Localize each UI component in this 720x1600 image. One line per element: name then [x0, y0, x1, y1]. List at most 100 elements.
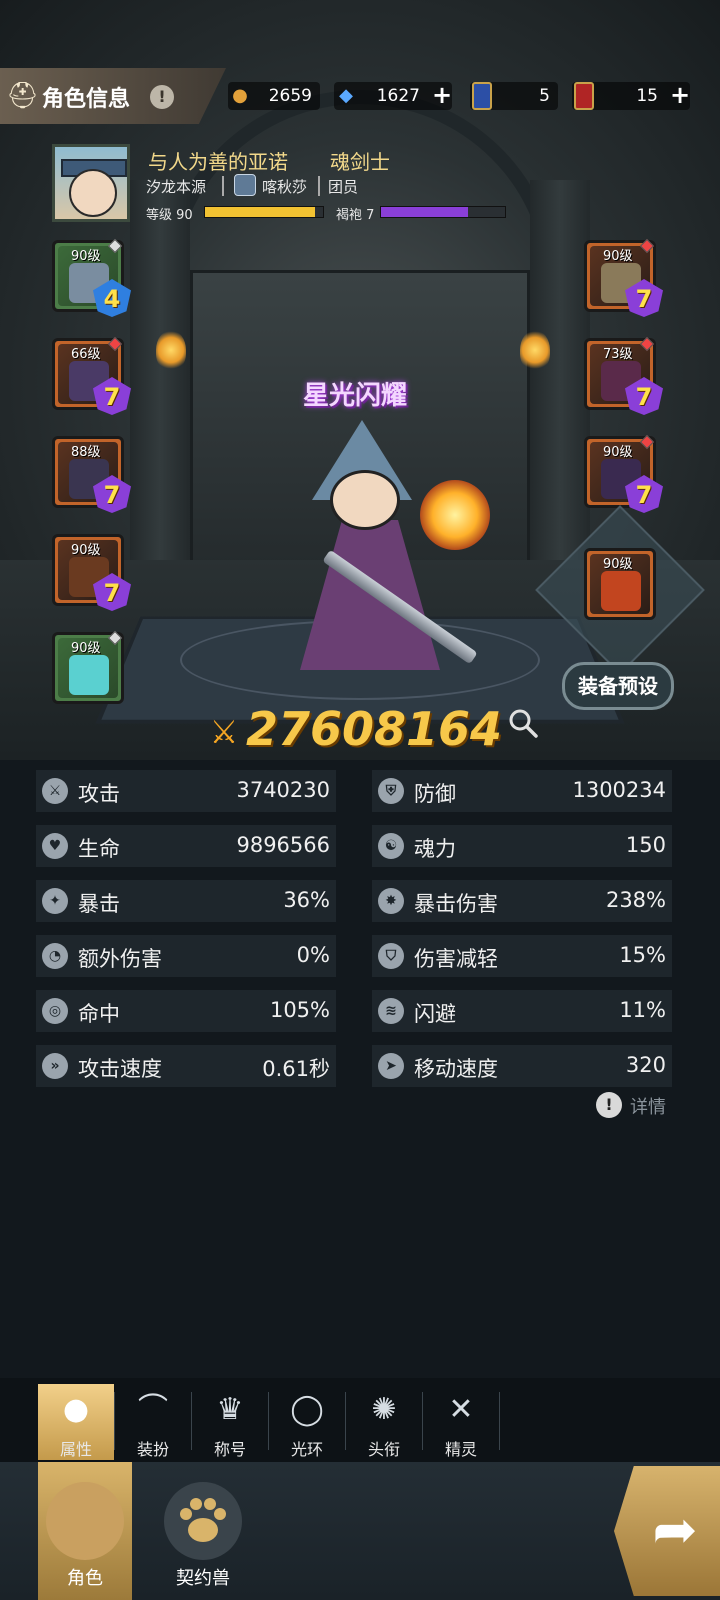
stat-attack: ⚔ 攻击 3740230 [36, 770, 336, 812]
stat-name: 闪避 [414, 1002, 456, 1026]
tab-emblem[interactable]: ✺ 头衔 [346, 1384, 422, 1460]
stat-name: 伤害减轻 [414, 947, 498, 971]
currency-crystal-value: 1627 [376, 86, 420, 106]
crit-icon: ✦ [42, 888, 68, 914]
nav-character[interactable]: 角色 [38, 1462, 132, 1600]
nav-pet[interactable]: 契约兽 [156, 1462, 250, 1600]
search-icon[interactable] [508, 708, 538, 738]
server-name: 汐龙本源 [146, 178, 207, 196]
tab-label: 头衔 [367, 1440, 400, 1459]
pillar-left [130, 180, 190, 610]
divider [318, 176, 320, 196]
exclamation-icon: ! [596, 1092, 622, 1118]
equip-level: 90级 [603, 445, 633, 460]
torch-right-icon [520, 330, 550, 370]
stat-value: 11% [619, 998, 666, 1022]
guild-name[interactable]: 喀秋莎 [262, 176, 307, 197]
stat-value: 1300234 [572, 778, 666, 802]
torch-left-icon [156, 330, 186, 370]
nav-label: 角色 [67, 1568, 103, 1589]
stat-name: 额外伤害 [78, 947, 162, 971]
divider [222, 176, 224, 196]
stat-value: 0% [296, 943, 330, 967]
tab-halo[interactable]: ◯ 光环 [269, 1384, 345, 1460]
sword-icon: ⚔ [42, 778, 68, 804]
equip-slot-necklace[interactable]: 73级 7 [584, 336, 663, 415]
currency-ticket-blue: 5 [470, 82, 558, 110]
burst-icon: ✸ [378, 888, 404, 914]
crown-icon: ♛ [216, 1392, 244, 1427]
stat-value: 105% [269, 998, 330, 1022]
red-card-icon [568, 79, 600, 113]
equip-level: 90级 [603, 557, 633, 572]
stat-name: 防御 [414, 782, 456, 806]
tab-label: 称号 [213, 1440, 246, 1459]
guild-rank: 团员 [328, 178, 359, 196]
tab-label: 属性 [59, 1440, 92, 1459]
relic-item-icon [601, 571, 641, 611]
equip-slot-boots[interactable]: 90级 7 [52, 534, 131, 611]
stat-damage-reduce: ⛉ 伤害减轻 15% [372, 935, 672, 977]
arrow-right-icon: ➦ [652, 1498, 698, 1561]
exclamation-icon[interactable]: ! [150, 85, 174, 109]
avatar-face [69, 169, 117, 217]
equip-slot-special[interactable]: 90级 [584, 548, 656, 620]
equip-level: 66级 [71, 347, 101, 362]
add-ticket-red-button[interactable]: + [668, 83, 692, 108]
player-class: 魂剑士 [330, 150, 390, 174]
nav-label: 契约兽 [176, 1568, 230, 1589]
currency-crystal: ◆ 1627 + [334, 82, 452, 110]
level-bar-fill [205, 207, 315, 217]
fireball-icon [420, 480, 490, 550]
tab-title[interactable]: ♛ 称号 [192, 1384, 268, 1460]
stat-crit-damage: ✸ 暴击伤害 238% [372, 880, 672, 922]
blue-card-icon [466, 79, 498, 113]
equip-slot-armor[interactable]: 66级 7 [52, 336, 131, 415]
halo-icon: ◯ [290, 1392, 324, 1427]
person-icon: ● [62, 1392, 90, 1427]
attack-speed-icon: » [42, 1053, 68, 1079]
details-label: 详情 [630, 1097, 666, 1118]
stat-name: 命中 [78, 1002, 120, 1026]
helmet-icon [46, 1482, 124, 1560]
divider [499, 1392, 500, 1450]
combat-power: 27608164 [246, 702, 503, 756]
emblem-icon: ✺ [371, 1392, 397, 1427]
equip-level: 88级 [71, 445, 101, 460]
equip-slot-weapon[interactable]: 90级 7 [584, 238, 663, 317]
top-bar: ⛑ 角色信息 ! ● 2659 ◆ 1627 + 5 15 + [0, 68, 720, 124]
add-crystal-button[interactable]: + [430, 83, 454, 108]
stat-crit: ✦ 暴击 36% [36, 880, 336, 922]
stat-name: 魂力 [414, 837, 456, 861]
stat-attack-speed: » 攻击速度 0.61秒 [36, 1045, 336, 1087]
stat-hp: ♥ 生命 9896566 [36, 825, 336, 867]
currency-ticket-red: 15 + [572, 82, 690, 110]
equip-slot-pants[interactable]: 88级 7 [52, 436, 131, 513]
damage-reduce-icon: ⛉ [378, 943, 404, 969]
stat-defense: ⛨ 防御 1300234 [372, 770, 672, 812]
stat-value: 15% [619, 943, 666, 967]
tab-spirit[interactable]: ✕ 精灵 [423, 1384, 499, 1460]
sub-tab-bar: ● 属性 ⌒ 装扮 ♛ 称号 ◯ 光环 ✺ 头衔 ✕ 精灵 [0, 1378, 720, 1462]
stat-value: 9896566 [236, 833, 330, 857]
heart-icon: ♥ [42, 833, 68, 859]
stat-name: 暴击伤害 [414, 892, 498, 916]
avatar[interactable] [52, 144, 130, 222]
equip-level: 90级 [603, 249, 633, 264]
stat-value: 238% [605, 888, 666, 912]
tab-outfit[interactable]: ⌒ 装扮 [115, 1384, 191, 1460]
level-bar [204, 206, 324, 218]
extra-damage-icon: ◔ [42, 943, 68, 969]
equipment-preset-button[interactable]: 装备预设 [562, 662, 674, 710]
equip-slot-gloves[interactable]: 90级 [52, 630, 124, 704]
equip-slot-ring[interactable]: 90级 7 [584, 434, 663, 513]
level-label: 等级 90 [146, 208, 193, 223]
currency-coin: ● 2659 [228, 82, 320, 110]
stat-move-speed: ➤ 移动速度 320 [372, 1045, 672, 1087]
equip-slot-helmet[interactable]: 90级 4 [52, 238, 131, 317]
tab-attributes[interactable]: ● 属性 [38, 1384, 114, 1460]
tab-label: 精灵 [444, 1440, 477, 1459]
move-speed-icon: ➤ [378, 1053, 404, 1079]
hero-head [330, 470, 400, 530]
spirit-icon: ✕ [448, 1392, 474, 1427]
